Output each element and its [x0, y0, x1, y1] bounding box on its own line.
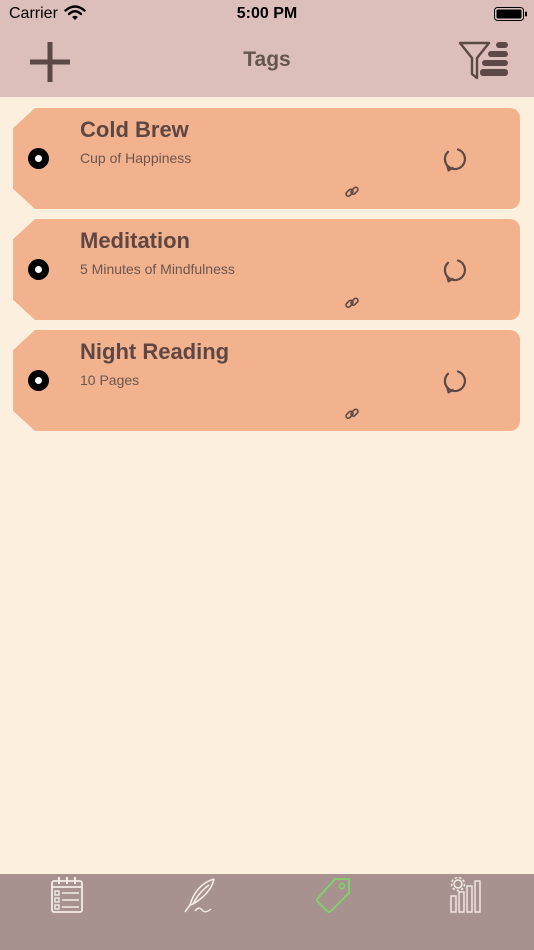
- tab-journal[interactable]: [133, 874, 266, 916]
- navigation-bar: Tags: [0, 28, 534, 97]
- clock-label: 5:00 PM: [236, 5, 298, 22]
- tag-card[interactable]: Night Reading 10 Pages: [13, 330, 520, 431]
- tag-title: Meditation: [80, 228, 190, 253]
- refresh-icon[interactable]: [441, 145, 469, 173]
- tag-select-radio[interactable]: [28, 370, 49, 391]
- tag-subtitle: 10 Pages: [80, 372, 140, 388]
- refresh-icon[interactable]: [441, 367, 469, 395]
- tag-title: Cold Brew: [80, 117, 189, 142]
- tab-settings-stats[interactable]: [400, 874, 533, 916]
- journal-quill-icon: [183, 878, 215, 913]
- tag-card[interactable]: Cold Brew Cup of Happiness: [13, 108, 520, 209]
- tag-title: Night Reading: [80, 339, 230, 364]
- link-icon[interactable]: [344, 406, 360, 422]
- tag-subtitle: Cup of Happiness: [80, 150, 192, 166]
- filter-sort-button[interactable]: [458, 40, 512, 82]
- tab-planner[interactable]: [0, 874, 133, 916]
- link-icon[interactable]: [344, 295, 360, 311]
- filter-sort-icon: [458, 41, 508, 80]
- battery-icon: [494, 7, 527, 21]
- tab-tags[interactable]: [266, 874, 399, 916]
- tag-select-radio[interactable]: [28, 148, 49, 169]
- tag-icon: [315, 878, 350, 913]
- top-bar: Carrier 5:00 PM Tags: [0, 0, 534, 97]
- link-icon[interactable]: [344, 184, 360, 200]
- page-title: Tags: [243, 48, 291, 71]
- planner-icon: [50, 877, 83, 913]
- tag-card[interactable]: Meditation 5 Minutes of Mindfulness: [13, 219, 520, 320]
- tag-subtitle: 5 Minutes of Mindfulness: [80, 261, 235, 277]
- tag-select-radio[interactable]: [28, 259, 49, 280]
- refresh-icon[interactable]: [441, 256, 469, 284]
- status-bar: Carrier 5:00 PM: [0, 0, 534, 28]
- tab-bar: [0, 874, 534, 950]
- settings-stats-icon: [449, 876, 481, 913]
